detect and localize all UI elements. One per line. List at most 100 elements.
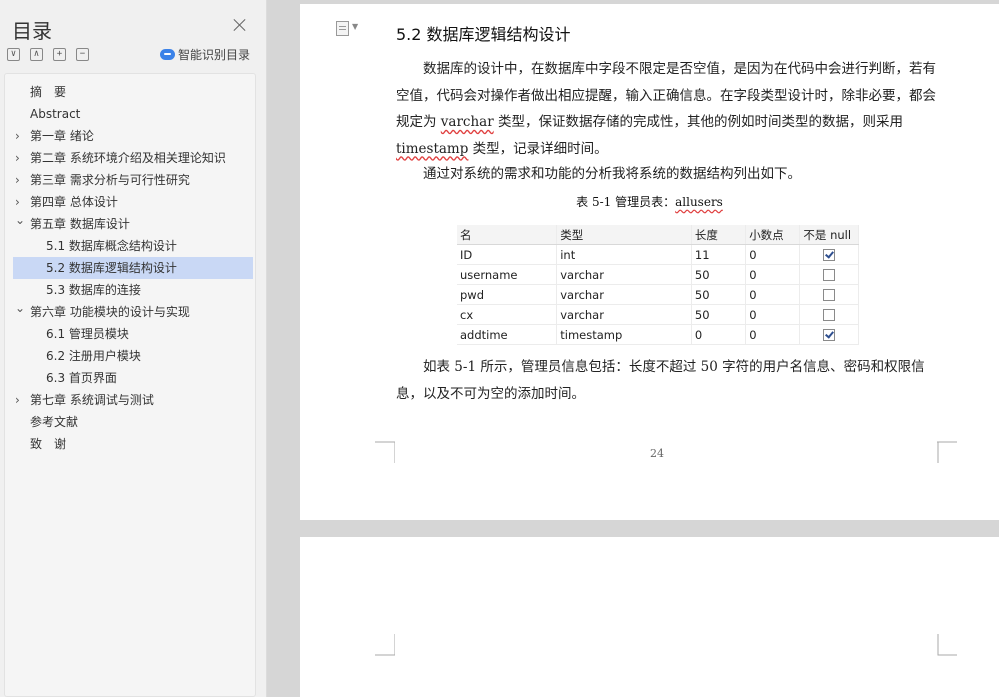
toc-item[interactable]: 5.2 数据库逻辑结构设计 [13,257,253,279]
toc-item-label: 第二章 系统环境介绍及相关理论知识 [30,151,226,165]
page-number: 24 [650,447,664,460]
cell-length: 11 [691,244,747,265]
toc-item[interactable]: › 第四章 总体设计 [13,191,253,213]
toc-item-label: 第七章 系统调试与测试 [30,393,154,407]
toc-item[interactable]: Abstract [13,103,253,125]
cell-name: pwd [457,284,558,305]
notnull-checkbox[interactable] [823,309,836,321]
document-icon[interactable] [336,21,349,36]
table-caption-prefix: 表 5-1 管理员表： [576,195,676,209]
chevron-down-icon[interactable]: ⌄ [15,301,25,319]
toc-item-label: 5.2 数据库逻辑结构设计 [46,261,177,275]
col-header-decimal: 小数点 [745,225,801,245]
toc-item[interactable]: 6.1 管理员模块 [13,323,253,345]
table-row: ID int 11 0 [457,244,859,265]
cell-decimal: 0 [745,324,801,345]
toc-item-label: 6.3 首页界面 [46,371,117,385]
dropdown-arrow-icon[interactable]: ▼ [352,22,358,31]
chevron-right-icon[interactable]: › [15,125,23,147]
toc-item-label: 5.3 数据库的连接 [46,283,141,297]
toc-item[interactable]: 参考文献 [13,411,253,433]
notnull-checkbox[interactable] [823,249,836,261]
spellcheck-word-varchar: varchar [440,114,494,130]
cell-name: cx [457,304,558,325]
table-header-row: 名 类型 长度 小数点 不是 null [457,225,859,245]
paragraph-1: 数据库的设计中，在数据库中字段不限定是否空值，是因为在代码中会进行判断，若有空值… [396,56,942,162]
chevron-down-icon[interactable]: ⌄ [15,213,25,231]
close-icon[interactable] [233,18,247,32]
cell-name: addtime [457,324,558,345]
toc-item[interactable]: 摘 要 [13,81,253,103]
table-caption: 表 5-1 管理员表：allusers [300,193,999,210]
cell-type: timestamp [556,324,692,345]
add-heading-button[interactable]: + [53,48,66,61]
col-header-length: 长度 [691,225,747,245]
cell-notnull [799,324,859,345]
chevron-right-icon[interactable]: › [15,169,23,191]
col-header-name: 名 [457,225,558,245]
document-page-next [300,537,999,697]
smart-toc-label: 智能识别目录 [178,48,251,62]
table-row: addtime timestamp 0 0 [457,324,859,345]
cell-notnull [799,304,859,325]
corner-mark [937,441,957,463]
cloud-icon [160,49,175,60]
cell-decimal: 0 [745,244,801,265]
remove-heading-button[interactable]: − [76,48,89,61]
toc-item[interactable]: ⌄ 第五章 数据库设计 [13,213,253,235]
table-row: pwd varchar 50 0 [457,284,859,305]
table-row: cx varchar 50 0 [457,304,859,325]
toc-panel: 摘 要 Abstract › 第一章 绪论 › 第二章 系统环境介绍及相关理论知识 › 第三章… [4,73,256,697]
notnull-checkbox[interactable] [823,269,836,281]
toc-item-label: 第六章 功能模块的设计与实现 [30,305,190,319]
smart-toc-button[interactable]: 智能识别目录 [160,46,250,63]
cell-type: int [556,244,692,265]
toc-item-label: 第四章 总体设计 [30,195,118,209]
cell-type: varchar [556,304,692,325]
toc-item[interactable]: › 第二章 系统环境介绍及相关理论知识 [13,147,253,169]
cell-length: 50 [691,264,747,285]
table-caption-wrap: 表 5-1 管理员表：allusers [300,193,999,211]
toc-item[interactable]: › 第七章 系统调试与测试 [13,389,253,411]
toc-item-label: 参考文献 [30,415,79,429]
toc-item-label: 第三章 需求分析与可行性研究 [30,173,190,187]
toc-sidebar: 目录 ∨ ∧ + − 智能识别目录 摘 要 Abstract › 第一章 绪论 › 第二章… [0,0,267,697]
toc-item[interactable]: › 第一章 绪论 [13,125,253,147]
toc-item[interactable]: › 第三章 需求分析与可行性研究 [13,169,253,191]
toc-item-label: 5.1 数据库概念结构设计 [46,239,177,253]
cell-decimal: 0 [745,264,801,285]
cell-type: varchar [556,284,692,305]
toc-item[interactable]: 致 谢 [13,433,253,455]
section-heading: 5.2 数据库逻辑结构设计 [396,25,571,44]
toc-item[interactable]: 5.1 数据库概念结构设计 [13,235,253,257]
cell-length: 50 [691,304,747,325]
cell-type: varchar [556,264,692,285]
cell-notnull [799,244,859,265]
toc-item-label: 第一章 绪论 [30,129,94,143]
table-body: ID int 11 0 username varchar 50 0 pwd varchar 50 0 c… [457,244,859,345]
schema-table: 名 类型 长度 小数点 不是 null ID int 11 0 username varc… [457,225,859,345]
chevron-right-icon[interactable]: › [15,147,23,169]
notnull-checkbox[interactable] [823,329,836,341]
collapse-all-button[interactable]: ∧ [30,48,43,61]
toc-item[interactable]: 5.3 数据库的连接 [13,279,253,301]
expand-all-button[interactable]: ∨ [7,48,20,61]
sidebar-title: 目录 [12,19,52,43]
cell-decimal: 0 [745,284,801,305]
chevron-right-icon[interactable]: › [15,389,23,411]
notnull-checkbox[interactable] [823,289,836,301]
corner-mark [937,634,957,656]
toc-toolbar: ∨ ∧ + − [7,48,89,62]
toc-item-label: 致 谢 [30,437,67,451]
cell-length: 0 [691,324,747,345]
toc-item-label: Abstract [30,107,81,121]
toc-item[interactable]: ⌄ 第六章 功能模块的设计与实现 [13,301,253,323]
toc-item[interactable]: 6.2 注册用户模块 [13,345,253,367]
toc-item[interactable]: 6.3 首页界面 [13,367,253,389]
paragraph-2: 通过对系统的需求和功能的分析我将系统的数据结构列出如下。 [423,166,801,182]
table-row: username varchar 50 0 [457,264,859,285]
cell-notnull [799,284,859,305]
chevron-right-icon[interactable]: › [15,191,23,213]
spellcheck-word-timestamp: timestamp [396,140,469,157]
toc-item-label: 摘 要 [30,85,67,99]
